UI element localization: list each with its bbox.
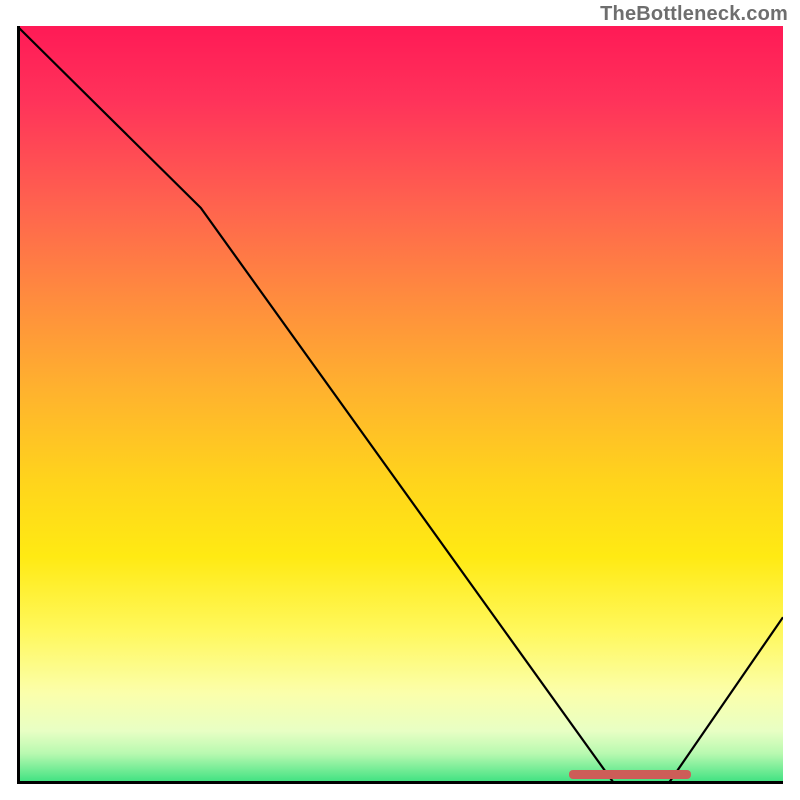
series-path <box>17 26 783 784</box>
chart-container: TheBottleneck.com <box>0 0 800 800</box>
plot-area <box>17 26 783 784</box>
highlight-bar <box>569 770 692 779</box>
line-series <box>17 26 783 784</box>
attribution-text: TheBottleneck.com <box>600 3 788 26</box>
